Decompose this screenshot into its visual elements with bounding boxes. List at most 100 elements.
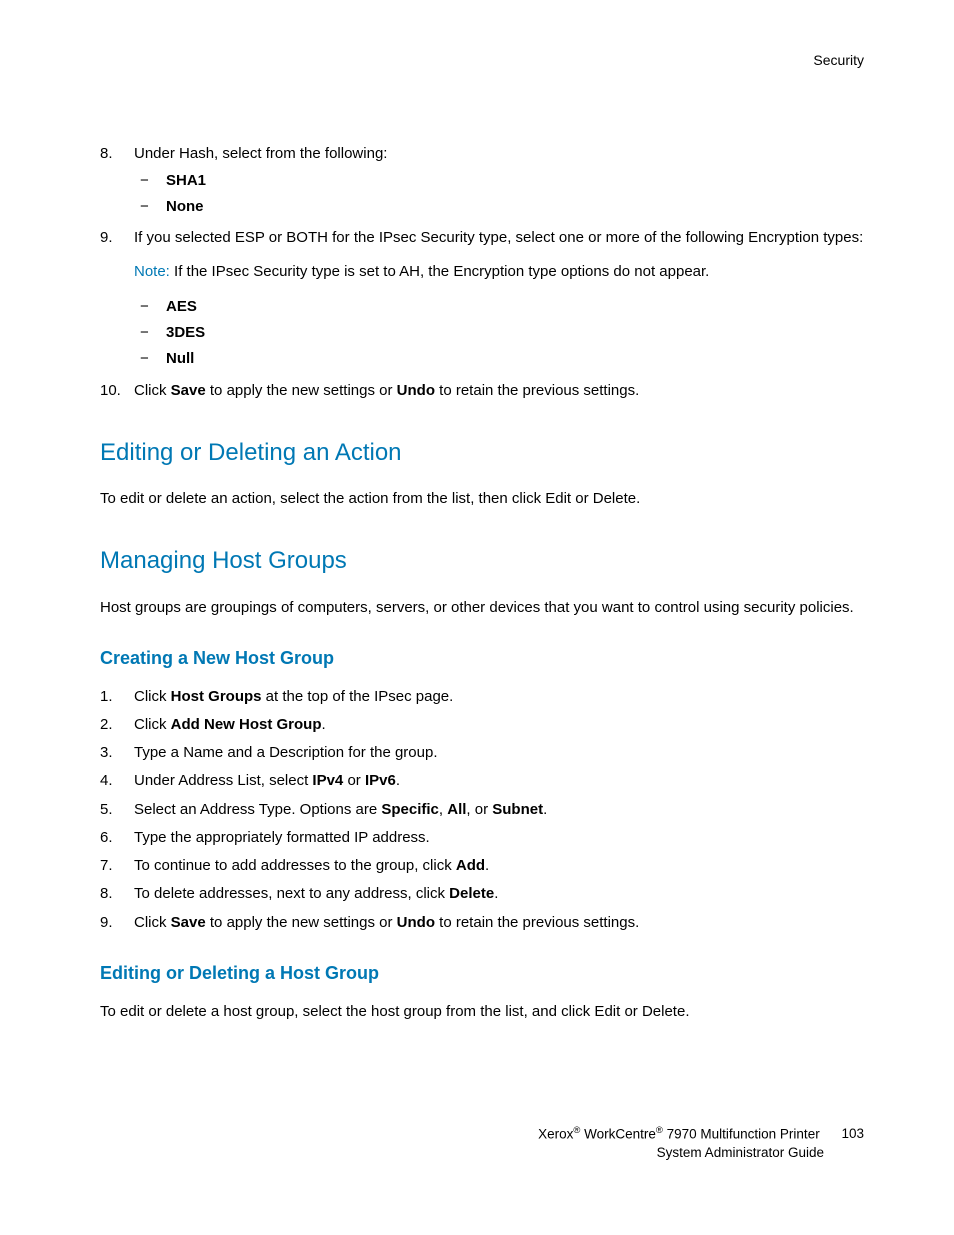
list-item: 1.Click Host Groups at the top of the IP… bbox=[100, 685, 864, 708]
option-label: None bbox=[166, 195, 204, 218]
step-number: 6. bbox=[100, 826, 134, 849]
step-text: If you selected ESP or BOTH for the IPse… bbox=[134, 229, 863, 246]
list-item: 2.Click Add New Host Group. bbox=[100, 713, 864, 736]
text-segment: , or bbox=[466, 801, 492, 818]
page-content: Security 8. Under Hash, select from the … bbox=[100, 50, 864, 1029]
step-number: 9. bbox=[100, 911, 134, 934]
bold-segment: Specific bbox=[381, 801, 439, 818]
list-item: 8.To delete addresses, next to any addre… bbox=[100, 882, 864, 905]
bold-segment: Save bbox=[171, 382, 206, 399]
paragraph: Host groups are groupings of computers, … bbox=[100, 596, 864, 619]
bold-segment: All bbox=[447, 801, 466, 818]
text-segment: to apply the new settings or bbox=[206, 382, 397, 399]
step-number: 10. bbox=[100, 379, 134, 402]
heading-creating-host-group: Creating a New Host Group bbox=[100, 645, 864, 673]
list-item: −Null bbox=[134, 347, 864, 370]
create-host-group-steps: 1.Click Host Groups at the top of the IP… bbox=[100, 685, 864, 934]
step-number: 9. bbox=[100, 226, 134, 373]
page-number: 103 bbox=[841, 1126, 864, 1141]
list-item: 7.To continue to add addresses to the gr… bbox=[100, 854, 864, 877]
text-segment: Click bbox=[134, 382, 171, 399]
list-item: 5.Select an Address Type. Options are Sp… bbox=[100, 798, 864, 821]
footer-model: 7970 Multifunction Printer bbox=[663, 1126, 820, 1141]
bold-segment: Host Groups bbox=[171, 688, 262, 705]
list-item: 3.Type a Name and a Description for the … bbox=[100, 741, 864, 764]
text-segment: to apply the new settings or bbox=[206, 914, 397, 931]
step-number: 3. bbox=[100, 741, 134, 764]
step-content: Click Save to apply the new settings or … bbox=[134, 911, 864, 934]
hash-options: −SHA1 −None bbox=[134, 169, 864, 219]
text-segment: to retain the previous settings. bbox=[435, 914, 639, 931]
text-segment: or bbox=[343, 772, 365, 789]
text-segment: . bbox=[322, 716, 326, 733]
registered-icon: ® bbox=[573, 1125, 580, 1136]
step-number: 8. bbox=[100, 882, 134, 905]
step-number: 2. bbox=[100, 713, 134, 736]
text-segment: Type a Name and a Description for the gr… bbox=[134, 744, 438, 761]
step-content: To delete addresses, next to any address… bbox=[134, 882, 864, 905]
note-text: If the IPsec Security type is set to AH,… bbox=[170, 263, 709, 280]
step-number: 7. bbox=[100, 854, 134, 877]
encryption-options: −AES −3DES −Null bbox=[134, 295, 864, 371]
list-item: 6.Type the appropriately formatted IP ad… bbox=[100, 826, 864, 849]
step-content: Select an Address Type. Options are Spec… bbox=[134, 798, 864, 821]
dash-icon: − bbox=[140, 347, 166, 370]
bold-segment: Undo bbox=[397, 382, 435, 399]
bold-segment: Undo bbox=[397, 914, 435, 931]
list-item: −3DES bbox=[134, 321, 864, 344]
option-label: SHA1 bbox=[166, 169, 206, 192]
bold-segment: Add bbox=[456, 857, 485, 874]
page-footer: Xerox® WorkCentre® 7970 Multifunction Pr… bbox=[538, 1124, 864, 1163]
step-9: 9. If you selected ESP or BOTH for the I… bbox=[100, 226, 864, 373]
step-10: 10. Click Save to apply the new settings… bbox=[100, 379, 864, 402]
bold-segment: Delete bbox=[449, 885, 494, 902]
text-segment: Under Address List, select bbox=[134, 772, 312, 789]
text-segment: To continue to add addresses to the grou… bbox=[134, 857, 456, 874]
text-segment: Type the appropriately formatted IP addr… bbox=[134, 829, 430, 846]
list-item: −AES bbox=[134, 295, 864, 318]
note-block: Note: If the IPsec Security type is set … bbox=[134, 260, 864, 283]
bold-segment: Add New Host Group bbox=[171, 716, 322, 733]
note-label: Note: bbox=[134, 263, 170, 280]
step-content: To continue to add addresses to the grou… bbox=[134, 854, 864, 877]
step-content: Click Add New Host Group. bbox=[134, 713, 864, 736]
option-label: Null bbox=[166, 347, 194, 370]
step-content: Type a Name and a Description for the gr… bbox=[134, 741, 864, 764]
bold-segment: Save bbox=[171, 914, 206, 931]
step-content: Type the appropriately formatted IP addr… bbox=[134, 826, 864, 849]
step-number: 1. bbox=[100, 685, 134, 708]
footer-brand: Xerox bbox=[538, 1126, 573, 1141]
step-text: Under Hash, select from the following: bbox=[134, 145, 387, 162]
dash-icon: − bbox=[140, 195, 166, 218]
list-item: −None bbox=[134, 195, 864, 218]
text-segment: . bbox=[396, 772, 400, 789]
text-segment: Select an Address Type. Options are bbox=[134, 801, 381, 818]
heading-editing-host-group: Editing or Deleting a Host Group bbox=[100, 960, 864, 988]
dash-icon: − bbox=[140, 321, 166, 344]
step-content: Under Address List, select IPv4 or IPv6. bbox=[134, 769, 864, 792]
steps-continued: 8. Under Hash, select from the following… bbox=[100, 142, 864, 402]
step-number: 8. bbox=[100, 142, 134, 222]
dash-icon: − bbox=[140, 169, 166, 192]
step-number: 5. bbox=[100, 798, 134, 821]
dash-icon: − bbox=[140, 295, 166, 318]
step-content: Click Host Groups at the top of the IPse… bbox=[134, 685, 864, 708]
option-label: AES bbox=[166, 295, 197, 318]
text-segment: Click bbox=[134, 688, 171, 705]
option-label: 3DES bbox=[166, 321, 205, 344]
text-segment: to retain the previous settings. bbox=[435, 382, 639, 399]
heading-managing-host-groups: Managing Host Groups bbox=[100, 542, 864, 579]
step-number: 4. bbox=[100, 769, 134, 792]
text-segment: To delete addresses, next to any address… bbox=[134, 885, 449, 902]
paragraph: To edit or delete an action, select the … bbox=[100, 487, 864, 510]
footer-brand: WorkCentre bbox=[584, 1126, 656, 1141]
running-header: Security bbox=[100, 50, 864, 72]
text-segment: Click bbox=[134, 716, 171, 733]
list-item: 4.Under Address List, select IPv4 or IPv… bbox=[100, 769, 864, 792]
list-item: 9.Click Save to apply the new settings o… bbox=[100, 911, 864, 934]
text-segment: at the top of the IPsec page. bbox=[262, 688, 454, 705]
text-segment: . bbox=[543, 801, 547, 818]
text-segment: . bbox=[485, 857, 489, 874]
text-segment: , bbox=[439, 801, 447, 818]
footer-subtitle: System Administrator Guide bbox=[538, 1144, 864, 1163]
